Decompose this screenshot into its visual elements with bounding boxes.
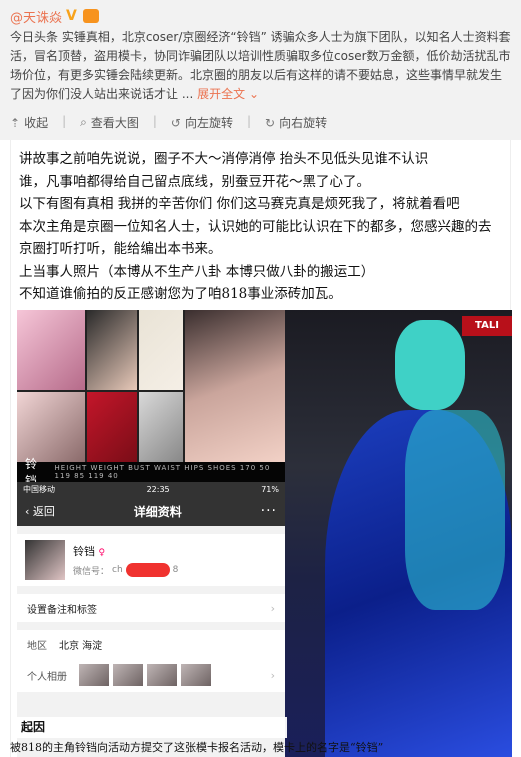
wechat-id: 微信号： ch 8	[73, 563, 178, 577]
profile-name-text: 铃铛	[73, 545, 95, 558]
intro-line: 京圈打听打听，能给编出本书来。	[19, 241, 222, 257]
rotate-right-icon: ↻	[265, 115, 276, 130]
photo	[17, 310, 85, 390]
member-badge-icon	[83, 9, 100, 23]
cosplay-photo: TALI	[285, 310, 512, 757]
photo	[87, 392, 137, 462]
wechat-profile-screenshot: 中国移动 22:35 71% ‹ 返回 详细资料 ··· 铃铛 ♀ 微信号： c…	[17, 482, 285, 757]
expand-link[interactable]: 展开全文 ⌄	[197, 87, 259, 101]
venue-sign: TALI	[462, 316, 512, 336]
status-bar: 中国移动 22:35 71%	[17, 482, 285, 496]
remark-label: 设置备注和标签	[27, 604, 97, 616]
rotate-right-button[interactable]: ↻ 向右旋转	[265, 114, 327, 131]
comp-card-stats: HEIGHT WEIGHT BUST WAIST HIPS SHOES 170 …	[54, 464, 271, 480]
album-label: 个人相册	[27, 671, 67, 683]
post-body: 今日头条 实锤真相，北京coser/京圈经济“铃铛” 诱骗众多人士为旗下团队，以…	[10, 30, 511, 101]
intro-text: 讲故事之前咱先说说，圈子不大～消停消停 抬头不见低头见谁不认识 谁，凡事咱都得给…	[19, 148, 509, 306]
region-row: 地区 北京 海淀	[17, 630, 285, 658]
intro-line: 讲故事之前咱先说说，圈子不大～消停消停 抬头不见低头见谁不认识	[19, 151, 429, 167]
intro-line: 不知道谁偷拍的反正感谢您为了咱818事业添砖加瓦。	[19, 286, 342, 302]
view-large-button[interactable]: ⌕ 查看大图	[80, 114, 139, 131]
comp-card: 铃铛 HEIGHT WEIGHT BUST WAIST HIPS SHOES 1…	[17, 310, 285, 488]
intro-line: 以下有图有真相 我拼的辛苦你们 你们这马赛克真是烦死我了，将就着看吧	[19, 196, 460, 212]
collapse-label: 收起	[24, 116, 49, 130]
back-label: 返回	[32, 505, 55, 518]
rotate-left-label: 向左旋转	[184, 116, 233, 130]
divider: |	[152, 114, 157, 128]
back-button: ‹ 返回	[25, 503, 55, 519]
photo	[87, 310, 137, 390]
rotate-left-button[interactable]: ↺ 向左旋转	[171, 114, 233, 131]
author-line: @天诛焱 V	[10, 6, 513, 26]
album-row: 个人相册 ›	[17, 658, 285, 692]
collapse-icon: ⇡	[10, 115, 21, 130]
clock: 22:35	[146, 484, 170, 494]
photo	[139, 310, 183, 390]
photo	[185, 310, 285, 462]
divider: |	[62, 114, 67, 128]
intro-line: 谁，凡事咱都得给自己留点底线，别蚕豆开花～黑了心了。	[19, 173, 370, 190]
region-label: 地区	[27, 640, 47, 652]
remark-row: 设置备注和标签 ›	[17, 594, 285, 622]
photo	[139, 392, 183, 462]
intro-line: 上当事人照片（本博从不生产八卦 本博只做八卦的搬运工）	[19, 263, 375, 280]
rotate-right-label: 向右旋转	[279, 116, 328, 130]
album-thumb	[147, 664, 177, 686]
nav-bar: ‹ 返回 详细资料 ···	[17, 496, 285, 526]
comp-card-name-bar: 铃铛 HEIGHT WEIGHT BUST WAIST HIPS SHOES 1…	[17, 457, 285, 488]
wechat-id-end: 8	[172, 565, 179, 575]
caption-box: 起因	[17, 717, 287, 738]
divider: |	[247, 114, 252, 128]
search-icon: ⌕	[80, 115, 87, 129]
view-large-label: 查看大图	[90, 116, 139, 130]
more-icon: ···	[260, 503, 277, 519]
avatar	[25, 540, 65, 580]
album-thumb	[113, 664, 143, 686]
nav-title: 详细资料	[133, 504, 182, 519]
album-thumbnails	[79, 664, 211, 686]
wig-shape	[395, 320, 465, 410]
redaction-mark	[125, 563, 170, 577]
album-thumb	[181, 664, 211, 686]
album-thumb	[79, 664, 109, 686]
expand-label[interactable]: 展开全文	[197, 87, 245, 101]
chevron-right-icon: ›	[270, 601, 275, 615]
cape-shape	[405, 410, 505, 610]
caption-heading: 起因	[21, 720, 46, 734]
verified-icon: V	[66, 8, 77, 24]
female-icon: ♀	[98, 548, 106, 558]
image-action-bar: ⇡ 收起 | ⌕ 查看大图 | ↺ 向左旋转 | ↻ 向右旋转	[10, 114, 327, 131]
intro-line: 本次主角是京圈一位知名人士，认识她的可能比认识在下的都多，您感兴趣的去	[19, 218, 492, 235]
caption-text: 被818的主角铃铛向活动方提交了这张模卡报名活动，模卡上的名字是“铃铛”	[10, 741, 384, 754]
chevron-right-icon: ›	[270, 668, 275, 682]
chevron-down-icon: ⌄	[248, 87, 259, 101]
profile-name: 铃铛 ♀	[73, 543, 178, 559]
carrier: 中国移动	[23, 484, 55, 494]
wechat-id-label: 微信号：	[73, 566, 110, 577]
author-name[interactable]: @天诛焱	[10, 7, 62, 26]
chevron-left-icon: ‹	[25, 505, 33, 518]
photo	[17, 392, 85, 462]
post-text: 今日头条 实锤真相，北京coser/京圈经济“铃铛” 诱骗众多人士为旗下团队，以…	[10, 28, 513, 104]
profile-card: 铃铛 ♀ 微信号： ch 8	[17, 534, 285, 586]
region-value: 北京 海淀	[59, 640, 103, 652]
wechat-id-start: ch	[112, 565, 123, 575]
post-image[interactable]: 讲故事之前咱先说说，圈子不大～消停消停 抬头不见低头见谁不认识 谁，凡事咱都得给…	[10, 140, 512, 757]
collapse-button[interactable]: ⇡ 收起	[10, 114, 48, 131]
rotate-left-icon: ↺	[170, 115, 181, 130]
battery: 71%	[261, 484, 279, 494]
